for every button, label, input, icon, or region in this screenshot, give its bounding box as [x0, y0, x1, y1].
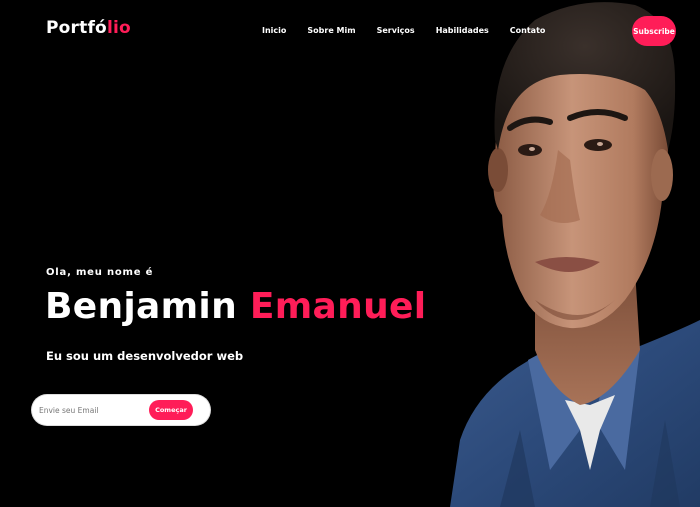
nav-item-habilidades[interactable]: Habilidades [436, 26, 489, 35]
nav-item-inicio[interactable]: Inicio [262, 26, 286, 35]
page: Portfólio Inicio Sobre Mim Serviços Habi… [0, 0, 700, 507]
subscribe-button[interactable]: Subscribe [632, 16, 676, 46]
hero-name: Benjamin Emanuel [45, 286, 426, 327]
first-name: Benjamin [45, 286, 237, 327]
logo[interactable]: Portfólio [46, 18, 131, 38]
greeting-text: Ola, meu nome é [46, 267, 154, 278]
email-form: Começar [32, 395, 210, 425]
logo-main: Portfó [46, 18, 107, 38]
logo-accent: lio [106, 18, 131, 38]
email-input[interactable] [39, 395, 143, 425]
profile-photo [440, 0, 700, 507]
start-button[interactable]: Começar [149, 400, 193, 420]
main-nav: Inicio Sobre Mim Serviços Habilidades Co… [262, 26, 545, 35]
nav-item-contato[interactable]: Contato [510, 26, 546, 35]
last-name: Emanuel [249, 286, 427, 327]
role-text: Eu sou um desenvolvedor web [46, 349, 244, 363]
nav-item-sobre-mim[interactable]: Sobre Mim [307, 26, 355, 35]
nav-item-servicos[interactable]: Serviços [377, 26, 415, 35]
